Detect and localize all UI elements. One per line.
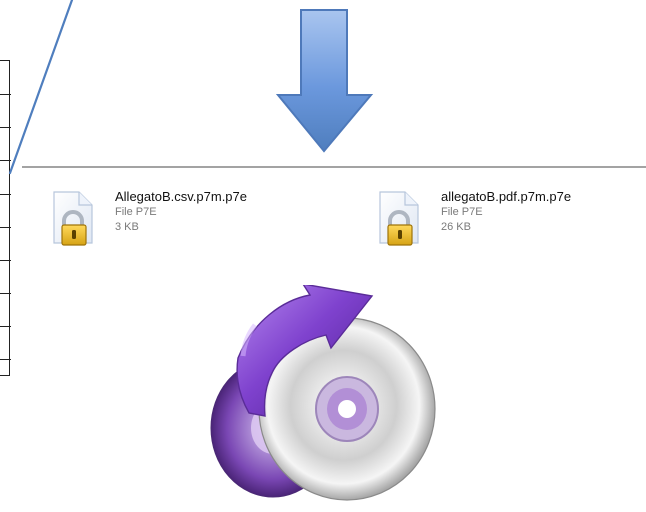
- file-type: File P7E: [115, 206, 157, 218]
- locked-document-icon: [379, 191, 419, 246]
- table-row-divider: [0, 293, 11, 294]
- file-name: AllegatoB.csv.p7m.p7e: [115, 189, 247, 204]
- table-row-divider: [0, 227, 11, 228]
- table-row-divider: [0, 94, 11, 95]
- window-separator: [22, 166, 646, 168]
- disc-conversion-icon: [210, 285, 436, 501]
- down-arrow-icon: [275, 9, 374, 153]
- locked-document-icon: [53, 191, 93, 246]
- file-item[interactable]: allegatoB.pdf.p7m.p7e File P7E 26 KB: [372, 188, 622, 258]
- file-type: File P7E: [441, 206, 483, 218]
- file-size: 26 KB: [441, 221, 471, 233]
- file-item[interactable]: AllegatoB.csv.p7m.p7e File P7E 3 KB: [46, 188, 296, 258]
- table-row-divider: [0, 326, 11, 327]
- table-row-divider: [0, 359, 11, 360]
- file-size: 3 KB: [115, 221, 139, 233]
- table-row-divider: [0, 260, 11, 261]
- table-row-divider: [0, 127, 11, 128]
- file-name: allegatoB.pdf.p7m.p7e: [441, 189, 572, 204]
- table-row-divider: [0, 194, 11, 195]
- table-fragment: [0, 60, 11, 376]
- screenshot-canvas: AllegatoB.csv.p7m.p7e File P7E 3 KB alle…: [0, 0, 646, 512]
- table-row-divider: [0, 160, 11, 161]
